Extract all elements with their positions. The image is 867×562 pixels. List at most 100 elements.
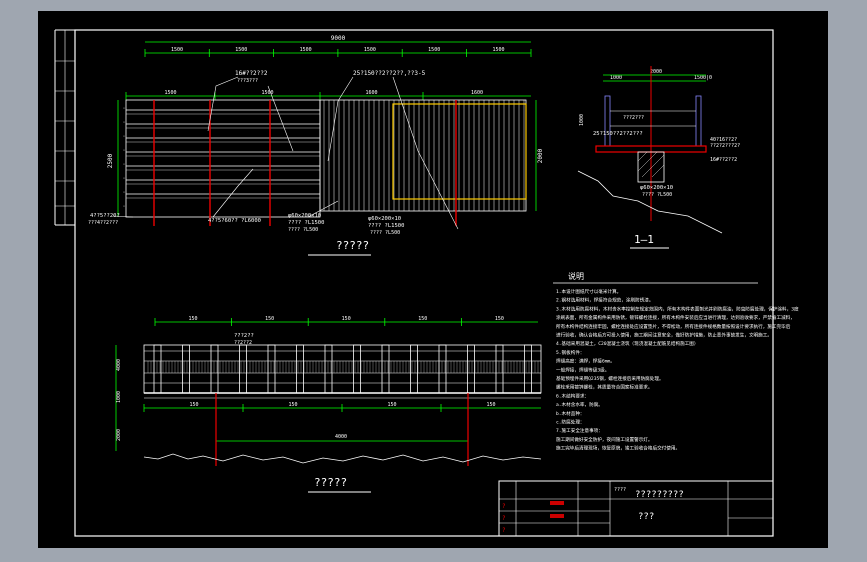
notes-line-9: 一般焊接，焊缝等级3级。: [556, 366, 609, 373]
tb-project: ?????????: [635, 490, 684, 500]
notes-lines: 1.本设计图纸尺寸以毫米计算。 2.钢材选用材料，焊接符合规范，涂刷防锈漆。3.木…: [556, 288, 799, 452]
plan-note-bottom-right1: φ60×200×10: [288, 213, 321, 219]
section-note-right2: ??2?2???2?: [710, 143, 740, 149]
section-right-post: [695, 95, 702, 147]
plan-note-bottom-right2: ???? ?L1500: [288, 220, 324, 226]
plan-note-top-left: 16#??2??2: [235, 70, 268, 77]
elev-post-1: [182, 344, 190, 394]
tb-small-label: ????: [614, 487, 626, 493]
elev-top-dims: 150 150 150 150 150: [154, 316, 504, 326]
plan-note-bottom-right3: ???? ?L500: [288, 227, 318, 233]
section-note-slab: 25?150??2??2???: [593, 131, 643, 137]
plan-top-dim-2: 1500: [300, 47, 312, 53]
plan-note-bottom-right1b: φ60×200×10: [368, 216, 401, 222]
hatch-3: [641, 154, 665, 178]
leader-1: [207, 76, 239, 132]
section-note-foot2: ???? ?L500: [642, 192, 672, 198]
plan-left-mark-0: ◦: [122, 106, 125, 112]
notes-line-17: 施工期间做好安全防护，夜间施工设置警示灯。: [556, 436, 652, 443]
plan-top-dim-1: 1500: [235, 47, 247, 53]
notes-line-14: b.木材品种：: [556, 410, 585, 417]
elevation-view: 150 150 150 150 150 ???2?? ??2??2 150 150 150 1…: [115, 316, 542, 493]
plan-top-dim-0: 1500: [171, 47, 183, 53]
plan-deck-outline: [319, 99, 527, 212]
plan-left-marks: ◦ ◦ ◦ ◦ ◦ ◦ ◦ ◦: [122, 106, 125, 210]
elev-post-5: [296, 344, 304, 394]
plan-note-bottom-mid: 4??5?60?? ?L6000: [208, 218, 261, 224]
elev-bottom-dim-2: 150: [387, 402, 396, 408]
elev-note: ???2??: [234, 333, 254, 339]
section-note-right3: 16#??2??2: [710, 157, 737, 163]
plan-note-top-mid: 25?150??2??2??,??3-5: [353, 70, 426, 77]
elev-top-dim-3: 150: [418, 316, 427, 322]
elev-post-13: [524, 344, 532, 394]
elev-left-dim-1: 4000: [116, 359, 122, 371]
plan-note-bottom-left2: ???4??2???: [88, 220, 118, 226]
plan-left-mark-7: ◦: [122, 204, 125, 210]
plan-left-mark-2: ◦: [122, 134, 125, 140]
plan-left-railing: [125, 99, 321, 218]
elev-post-11: [467, 344, 475, 394]
elev-bottom-dims: 150 150 150 150: [143, 402, 496, 412]
plan-top-dim-5: 1500: [492, 47, 504, 53]
notes-line-7: 5.钢板构件：: [556, 349, 585, 356]
notes-line-12: 6.木结构要求：: [556, 392, 589, 399]
notes-line-15: c.防腐处理：: [556, 419, 585, 426]
notes-block: 说明 1.本设计图纸尺寸以毫米计算。 2.钢材选用材料，焊接符合规范，涂刷防锈漆。…: [553, 271, 799, 452]
section-note-mid: ???2???: [623, 115, 644, 121]
plan-left-mark-5: ◦: [122, 176, 125, 182]
elev-ground-line: [143, 453, 542, 464]
notes-line-13: a.木材含水率，防腐。: [556, 401, 603, 408]
plan-left-mark-1: ◦: [122, 120, 125, 126]
cad-drawing: 9000 1500 1500 1500 1500 1500 1500 1500 1500 16…: [54, 29, 799, 537]
elev-left-dim-3: 2000: [116, 429, 122, 441]
elev-top-dim-2: 150: [342, 316, 351, 322]
elev-post-7: [353, 344, 361, 394]
notes-line-8: 焊缝高度：满焊，焊接6mm。: [556, 358, 615, 365]
plan-view: 9000 1500 1500 1500 1500 1500 1500 1500 1500 16…: [88, 35, 544, 256]
notes-line-6: 4.基础采用混凝土，C20混凝土浇筑（现浇混凝土配筋见结构施工图）: [556, 340, 698, 347]
plan-top-dim-3: 1500: [364, 47, 376, 53]
section-ground-line: [577, 170, 723, 234]
plan-overall-dim: 9000: [331, 35, 346, 42]
plan-horizontal-boards: [126, 109, 320, 199]
tb-drawing: ???: [638, 512, 654, 522]
notes-title: 说明: [568, 271, 584, 281]
tb-row-1: ?: [502, 503, 506, 510]
elev-bottom-dim-3: 150: [486, 402, 495, 408]
plan-left-dim: 2500: [107, 153, 114, 168]
notes-line-5: 进行验收，确认合格后方可投入使用，施工期间注意安全，做好防护措施，防止意外事故发…: [556, 332, 772, 339]
elev-top-dim-0: 150: [188, 316, 197, 322]
notes-line-18: 施工完毕后清理现场，恢复原貌，竣工验收合格后交付使用。: [556, 445, 680, 452]
plan-mid-dim-2: 1600: [365, 90, 377, 96]
section-dim-2: 2000: [650, 69, 662, 75]
section-left-post: [604, 95, 611, 147]
elev-top-dim-4: 150: [495, 316, 504, 322]
plan-deck-boards: [323, 100, 525, 211]
elev-post-3: [239, 344, 247, 394]
plan-right-dim: 2000: [537, 148, 544, 163]
notes-line-3: 涂刷表面，所有金属构件采用防锈，镀锌螺栓连接，所有木构件安装后应当进行清理，达到…: [556, 314, 795, 321]
plan-columns: [153, 100, 457, 226]
elev-post-9: [410, 344, 418, 394]
hatch-2: [637, 151, 658, 172]
plan-mid-dim-3: 1600: [471, 90, 483, 96]
plan-mid-dims: 1500 1500 1600 1600: [125, 90, 483, 100]
tb-row-3: ?: [502, 527, 506, 534]
tb-row-2: ?: [502, 515, 506, 522]
plan-caption: ?????: [336, 239, 369, 252]
notes-line-4: 所有木构件结构连接牢固，螺栓连接处应设置垫片，不得松动，所有连接件规格数量按照设…: [556, 323, 791, 330]
elev-span-dim: 4000: [335, 434, 347, 440]
elev-rails: [144, 350, 541, 384]
plan-note-bottom-left1: 4??5??20?: [90, 213, 120, 219]
plan-left-mark-3: ◦: [122, 148, 125, 154]
elev-left-dim-2: 1000: [116, 391, 122, 403]
section-left-dim: 1000: [579, 114, 585, 126]
leader-6: [212, 168, 254, 218]
notes-line-11: 螺栓采用镀锌螺栓，其质量符合国家标准要求。: [556, 384, 652, 391]
plan-top-dims: 1500 1500 1500 1500 1500 1500: [144, 47, 532, 57]
notes-line-0: 1.本设计图纸尺寸以毫米计算。: [556, 288, 621, 295]
elev-bottom-dim-0: 150: [189, 402, 198, 408]
elev-caption: ?????: [314, 476, 347, 489]
elev-bottom-dim-1: 150: [288, 402, 297, 408]
